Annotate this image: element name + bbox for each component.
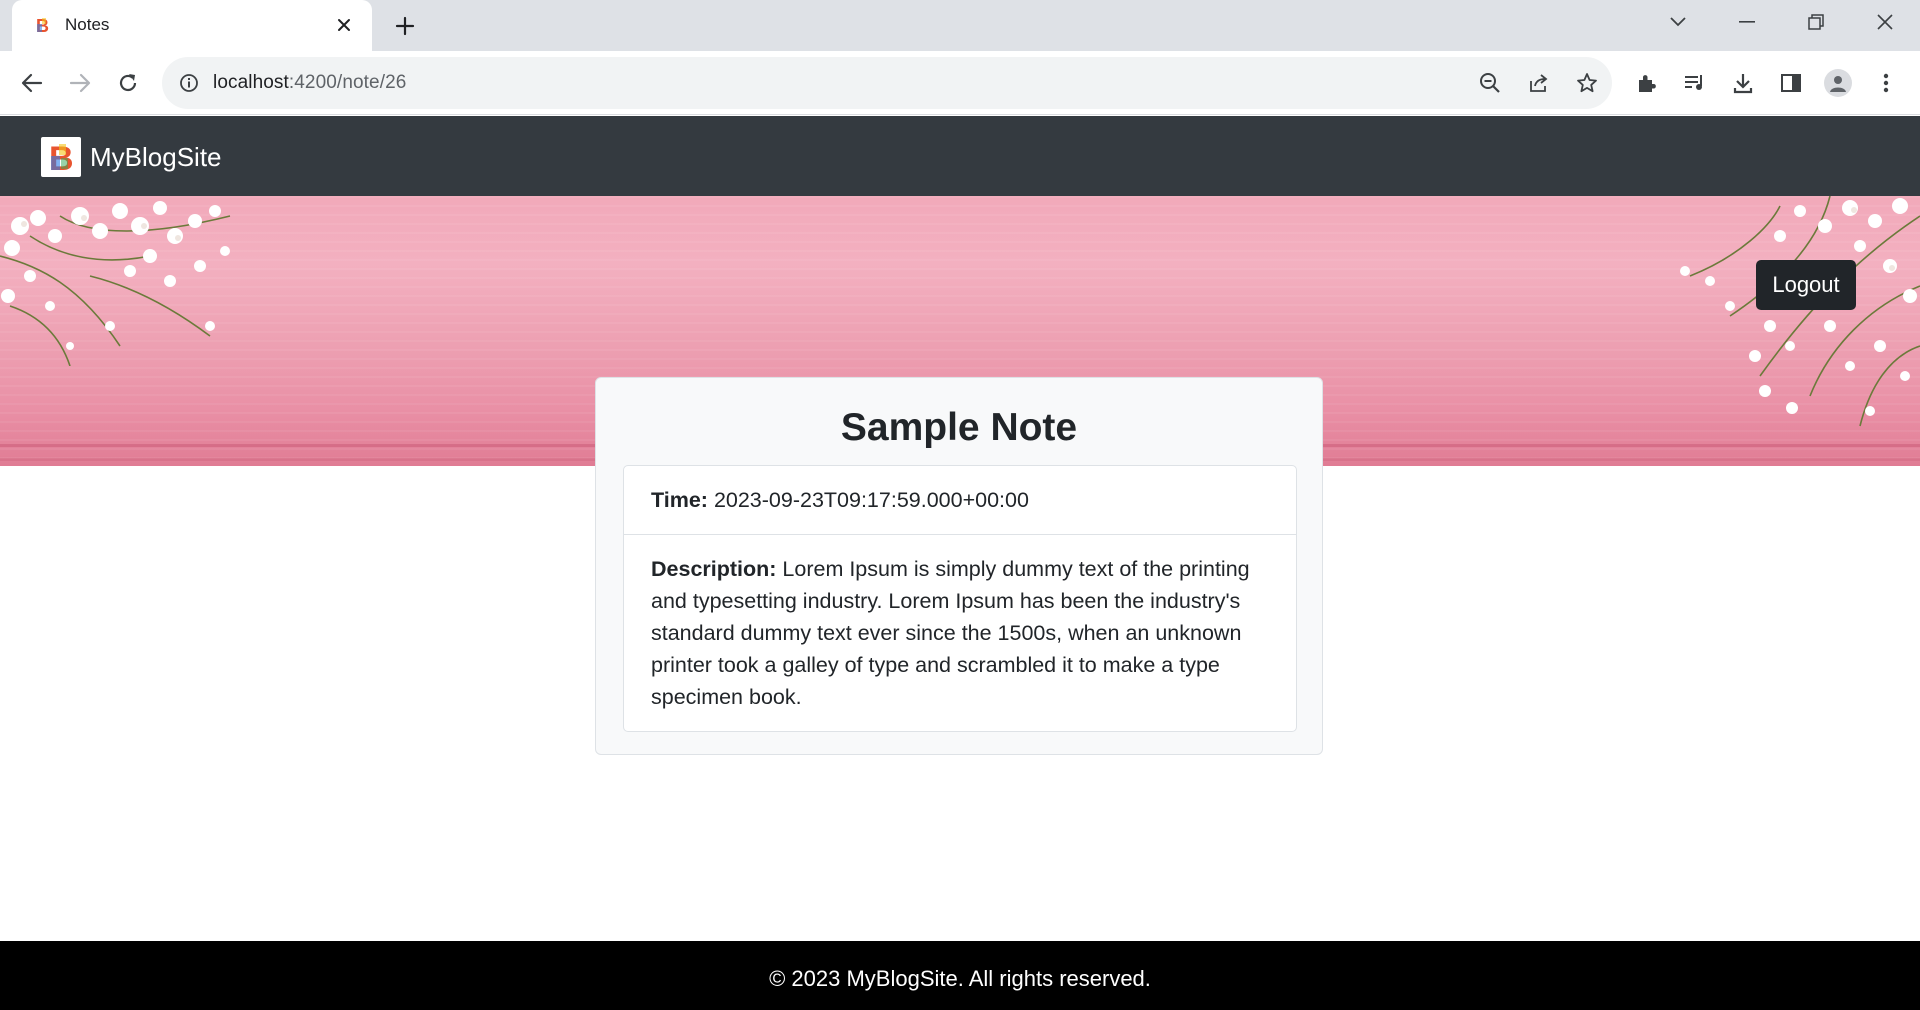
downloads-icon[interactable] [1727,67,1759,99]
browser-toolbar: localhost:4200/note/26 [0,51,1920,115]
browser-tab-strip: B Notes [0,0,1920,51]
time-value: 2023-09-23T09:17:59.000+00:00 [713,488,1029,512]
site-footer: © 2023 MyBlogSite. All rights reserved. [0,941,1920,1010]
restore-window-icon[interactable] [1796,8,1836,36]
back-arrow-icon[interactable] [16,67,48,99]
note-card: Sample Note Time: 2023-09-23T09:17:59.00… [595,377,1323,755]
right-flowers-decoration [1680,196,1920,427]
browser-tab-notes[interactable]: B Notes [12,0,372,51]
extensions-puzzle-icon[interactable] [1631,67,1663,99]
note-title: Sample Note [840,406,1078,449]
brand-logo-icon: B [41,137,81,177]
share-icon[interactable] [1527,71,1551,95]
brand-name: MyBlogSite [90,141,222,172]
side-panel-icon[interactable] [1775,67,1807,99]
forward-arrow-icon[interactable] [64,67,96,99]
chrome-menu-kebab-icon[interactable] [1870,67,1902,99]
left-flowers-decoration [0,201,231,366]
site-favicon-icon: B [36,16,49,35]
zoom-out-icon[interactable] [1478,71,1502,95]
reload-icon[interactable] [112,67,144,99]
logout-button[interactable]: Logout [1756,260,1856,310]
tab-search-chevron-icon[interactable] [1658,8,1698,36]
note-details-list: Time: 2023-09-23T09:17:59.000+00:00 Desc… [623,465,1297,732]
site-info-icon[interactable] [179,73,199,93]
url-path: :4200/note/26 [288,72,407,93]
minimize-icon[interactable] [1727,8,1767,36]
new-tab-plus-icon[interactable] [390,12,420,40]
note-time-item: Time: 2023-09-23T09:17:59.000+00:00 [624,466,1296,534]
time-label: Time: [651,488,708,512]
url-host: localhost [213,72,289,93]
close-window-icon[interactable] [1865,8,1905,36]
address-bar[interactable]: localhost:4200/note/26 [162,57,1612,109]
url-text[interactable]: localhost:4200/note/26 [213,72,406,94]
footer-copyright: © 2023 MyBlogSite. All rights reserved. [769,966,1151,991]
description-label: Description: [651,557,777,581]
tab-title: Notes [65,15,110,34]
tab-close-icon[interactable] [332,13,356,37]
media-queue-icon[interactable] [1679,67,1711,99]
profile-avatar-icon[interactable] [1822,67,1854,99]
navbar-brand-link[interactable]: B MyBlogSite [41,137,222,177]
note-description-item: Description: Lorem Ipsum is simply dummy… [624,534,1296,731]
bookmark-star-icon[interactable] [1575,71,1599,95]
site-navbar: B MyBlogSite [0,116,1920,196]
